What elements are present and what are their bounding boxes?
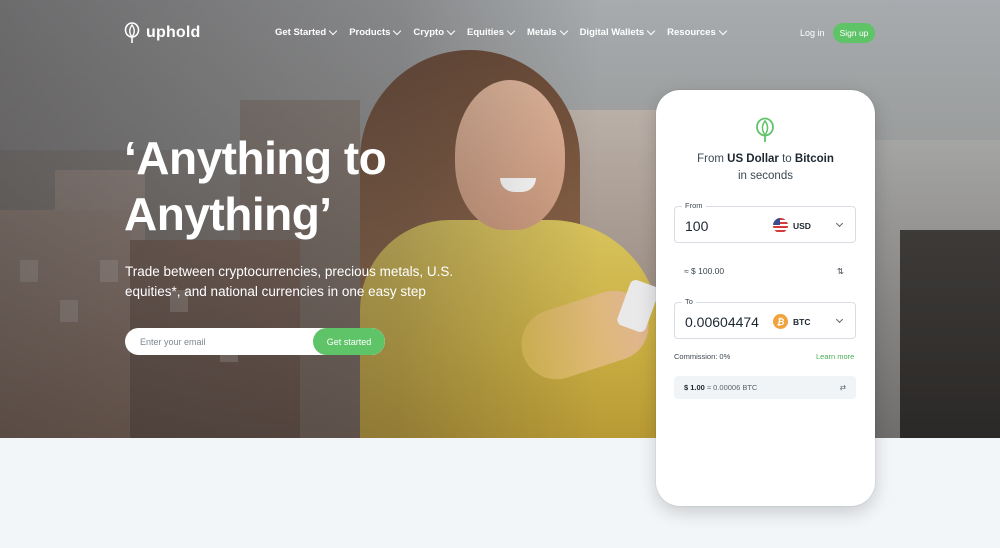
headline-line: ‘Anything to xyxy=(124,132,387,184)
title-from-currency: US Dollar xyxy=(727,153,779,165)
chevron-down-icon xyxy=(646,26,656,36)
chevron-down-icon xyxy=(506,26,516,36)
nav-item-products[interactable]: Products xyxy=(349,26,402,38)
nav-item-label: Equities xyxy=(467,27,504,38)
up-down-arrows-icon[interactable]: ⇅ xyxy=(837,266,844,277)
chevron-down-icon xyxy=(446,26,456,36)
chevron-down-icon[interactable] xyxy=(835,219,844,228)
hero-headline: ‘Anything to Anything’ xyxy=(124,130,387,242)
to-currency-code: BTC xyxy=(793,316,811,327)
learn-more-link[interactable]: Learn more xyxy=(816,352,854,361)
widget-title: From US Dollar to Bitcoin in seconds xyxy=(656,151,875,185)
uphold-logo[interactable]: uphold xyxy=(124,22,201,44)
nav-item-label: Get Started xyxy=(275,27,327,38)
nav-item-label: Metals xyxy=(526,27,557,38)
chevron-down-icon[interactable] xyxy=(835,315,844,324)
chevron-down-icon xyxy=(328,26,338,36)
title-text: From xyxy=(697,153,728,165)
conversion-widget: From US Dollar to Bitcoin in seconds Fro… xyxy=(656,90,875,506)
hero-subline: Trade between cryptocurrencies, precious… xyxy=(125,264,454,299)
signup-button[interactable]: Sign up xyxy=(833,23,875,43)
nav-item-resources[interactable]: Resources xyxy=(667,26,727,38)
to-amount: 0.00604474 xyxy=(685,314,759,330)
exchange-rate-text: $ 1.00 ≈ 0.00006 BTC xyxy=(684,383,757,392)
title-text: to xyxy=(778,153,795,165)
uphold-logo-icon xyxy=(124,22,140,43)
to-field[interactable]: To 0.00604474 ₿ BTC xyxy=(674,297,856,339)
chevron-down-icon xyxy=(559,26,568,36)
title-to-currency: Bitcoin xyxy=(794,153,834,165)
bitcoin-icon: ₿ xyxy=(773,314,788,329)
email-input[interactable] xyxy=(125,328,313,355)
from-currency-select[interactable]: USD xyxy=(773,218,811,233)
us-flag-icon xyxy=(773,218,788,233)
to-currency-select[interactable]: ₿ BTC xyxy=(773,314,810,329)
approx-value: ≈ $ 100.00 xyxy=(684,266,725,276)
uphold-logo-icon xyxy=(756,117,774,142)
top-nav: uphold Get Started Products Crypto Equit… xyxy=(0,0,1000,66)
from-label: From xyxy=(682,201,706,210)
title-suffix: in seconds xyxy=(738,170,793,182)
nav-item-label: Products xyxy=(349,27,391,38)
rate-quote: ≈ 0.00006 BTC xyxy=(704,383,758,392)
logo-wordmark: uphold xyxy=(146,24,201,41)
email-signup-form: Get started xyxy=(125,328,385,355)
chevron-down-icon xyxy=(393,26,402,36)
nav-item-label: Digital Wallets xyxy=(579,27,645,38)
nav-item-label: Resources xyxy=(667,27,716,38)
commission-text: Commission: 0% xyxy=(674,352,731,361)
nav-item-equities[interactable]: Equities xyxy=(467,26,516,38)
main-menu: Get Started Products Crypto Equities Met… xyxy=(275,26,727,38)
nav-item-get-started[interactable]: Get Started xyxy=(275,26,338,38)
exchange-rate-bar: $ 1.00 ≈ 0.00006 BTC ⇄ xyxy=(674,376,856,399)
to-label: To xyxy=(682,297,696,306)
from-amount[interactable]: 100 xyxy=(685,218,708,234)
nav-item-metals[interactable]: Metals xyxy=(526,26,568,38)
approx-value-row[interactable]: ≈ $ 100.00 ⇅ xyxy=(674,258,856,284)
nav-item-digital-wallets[interactable]: Digital Wallets xyxy=(579,26,656,38)
chevron-down-icon xyxy=(718,26,727,36)
rate-base: $ 1.00 xyxy=(684,383,705,392)
swap-arrows-icon[interactable]: ⇄ xyxy=(840,383,846,392)
nav-item-crypto[interactable]: Crypto xyxy=(413,26,456,38)
nav-item-label: Crypto xyxy=(413,27,445,38)
get-started-button[interactable]: Get started xyxy=(313,328,385,355)
login-link[interactable]: Log in xyxy=(800,28,825,38)
from-currency-code: USD xyxy=(793,220,811,231)
from-field[interactable]: From 100 USD xyxy=(674,201,856,243)
headline-line: Anything’ xyxy=(124,188,332,240)
